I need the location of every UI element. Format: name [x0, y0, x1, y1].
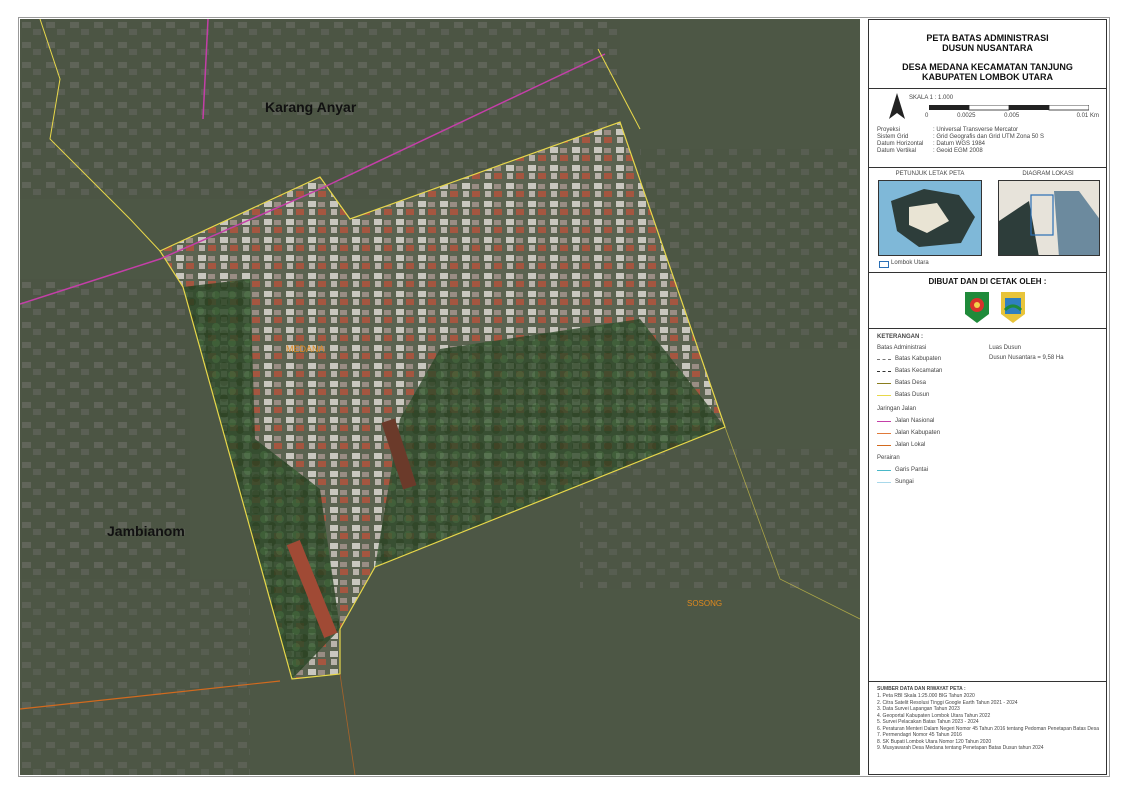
label-dusun: MEDANA: [286, 344, 325, 354]
map-subtitle-1: DESA MEDANA KECAMATAN TANJUNG: [902, 62, 1073, 72]
legend-swatch-local-road: [877, 445, 891, 446]
legend-area-title: Luas Dusun: [989, 345, 1022, 351]
inset-legend-swatch: [879, 261, 889, 268]
inset-location-map: [998, 180, 1100, 256]
legend-swatch-regency-road: [877, 433, 891, 434]
legend-swatch-kecamatan: [877, 371, 891, 372]
sources-block: SUMBER DATA DAN RIWAYAT PETA : 1. Peta R…: [869, 682, 1106, 775]
legend-item: Sungai: [895, 479, 914, 485]
legend-item: Jalan Lokal: [895, 442, 926, 448]
legend-area-value: Dusun Nusantara = 9,58 Ha: [989, 355, 1064, 361]
legend-swatch-desa: [877, 383, 891, 384]
label-sosong: SOSONG: [687, 599, 723, 608]
map-imagery: [20, 19, 860, 775]
map-legend-panel: PETA BATAS ADMINISTRASI DUSUN NUSANTARA …: [868, 19, 1107, 775]
legend-swatch-national-road: [877, 421, 891, 422]
made-by-label: DIBUAT DAN DI CETAK OLEH :: [928, 277, 1047, 286]
label-karang-anyar: Karang Anyar: [265, 99, 357, 115]
legend-title: KETERANGAN :: [877, 334, 923, 340]
inset-right-title: DIAGRAM LOKASI: [1022, 171, 1074, 177]
sources-title: SUMBER DATA DAN RIWAYAT PETA :: [877, 686, 966, 692]
legend-swatch-dusun: [877, 395, 891, 396]
inset-left-title: PETUNJUK LETAK PETA: [895, 171, 965, 177]
legend-item: Batas Desa: [895, 380, 927, 386]
map-title-1: PETA BATAS ADMINISTRASI: [926, 33, 1049, 43]
scale-ticks: 0 0.0025 0.005 0.01 Km: [925, 113, 1099, 119]
map-subtitle-2: KABUPATEN LOMBOK UTARA: [922, 72, 1053, 82]
projection-values: : Universal Transverse Mercator : Grid G…: [933, 127, 1045, 154]
legend-swatch-coastline: [877, 470, 891, 471]
north-arrow-icon: [889, 93, 905, 119]
inset-caption: Lombok Utara: [891, 260, 929, 266]
legend-group-water: Perairan: [877, 455, 900, 461]
inset-overview-map: [878, 180, 982, 256]
legend-item: Jalan Nasional: [895, 418, 935, 424]
inset-block: PETUNJUK LETAK PETA DIAGRAM LOKASI Lombo…: [869, 168, 1106, 273]
legend-item: Garis Pantai: [895, 467, 929, 473]
legend-item: Batas Dusun: [895, 392, 930, 398]
scale-label: SKALA 1 : 1.000: [909, 95, 954, 101]
legend-swatch-kabupaten: [877, 359, 891, 360]
projection-keys: Proyeksi Sistem Grid Datum Horizontal Da…: [877, 127, 924, 154]
map-title-2: DUSUN NUSANTARA: [942, 43, 1033, 53]
legend-group-road: Jaringan Jalan: [877, 406, 917, 412]
district-logo-icon: [965, 292, 989, 323]
satellite-map[interactable]: Karang Anyar Jambianom MEDANA SOSONG: [20, 19, 860, 775]
regency-logo-icon: [1001, 292, 1025, 323]
title-block: PETA BATAS ADMINISTRASI DUSUN NUSANTARA …: [869, 20, 1106, 89]
credits-block: DIBUAT DAN DI CETAK OLEH :: [869, 273, 1106, 329]
legend-block: KETERANGAN : Batas Administrasi Batas Ka…: [869, 329, 1106, 682]
source-item: 9. Musyawarah Desa Medana tentang Peneta…: [877, 745, 1044, 751]
label-jambianom: Jambianom: [107, 523, 185, 539]
sources-list: 1. Peta RBI Skala 1:25.000 BIG Tahun 202…: [877, 693, 1099, 752]
scale-block: SKALA 1 : 1.000 0 0.0025 0.005 0.01 Km P…: [869, 89, 1106, 168]
legend-item: Jalan Kabupaten: [895, 430, 941, 436]
scale-bar: [929, 105, 1089, 111]
legend-item: Batas Kecamatan: [895, 368, 943, 374]
legend-group-admin: Batas Administrasi: [877, 345, 927, 351]
legend-swatch-river: [877, 482, 891, 483]
legend-item: Batas Kabupaten: [895, 356, 942, 362]
